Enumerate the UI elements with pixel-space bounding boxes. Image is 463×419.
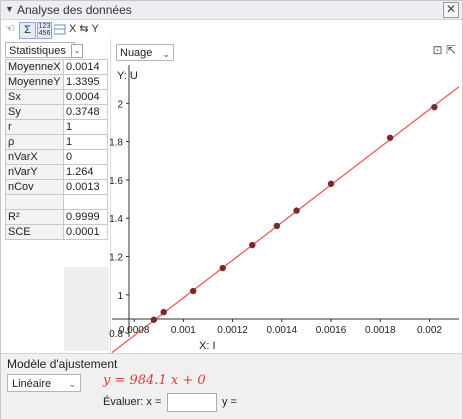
- fit-model-panel: Modèle d'ajustement Linéaire ⌄ y = 984.1…: [1, 353, 462, 419]
- x-tick-label: 0.002: [417, 325, 442, 336]
- data-point: [431, 103, 438, 111]
- y-tick-label: 1.6: [109, 176, 123, 187]
- data-point: [327, 180, 335, 187]
- data-point: [160, 308, 167, 316]
- fit-model-label: Modèle d'ajustement: [7, 357, 118, 371]
- evaluate-y-label: y =: [222, 396, 237, 408]
- y-tick-label: 1.2: [109, 253, 123, 264]
- data-point: [273, 222, 281, 230]
- data-point: [249, 241, 256, 249]
- data-point: [293, 207, 300, 214]
- scatter-plot[interactable]: 0.811.21.41.61.820.0008 0.001 0.0012 0.0014…: [1, 1, 462, 353]
- x-tick-label: 0.0018: [365, 325, 396, 336]
- y-tick-label: 1: [117, 291, 123, 302]
- fit-model-selector[interactable]: Linéaire ⌄: [7, 374, 81, 392]
- x-tick-label: 0.0014: [267, 325, 298, 336]
- x-tick-label: 0.0008: [119, 325, 150, 336]
- y-tick-label: 1.4: [109, 214, 123, 225]
- data-point: [386, 134, 394, 141]
- x-tick-label: 0.0016: [316, 325, 347, 336]
- chevron-down-icon: ⌄: [68, 379, 76, 389]
- data-point: [219, 264, 226, 272]
- evaluate-x-input[interactable]: [167, 393, 217, 412]
- x-axis-label: X: I: [199, 340, 216, 352]
- x-tick-label: 0.0012: [217, 325, 248, 336]
- fit-equation: y = 984.1 x + 0: [103, 373, 206, 388]
- y-axis-label: Y: U: [117, 70, 138, 82]
- y-tick-label: 2: [117, 99, 123, 110]
- y-tick-label: 1.8: [109, 138, 123, 149]
- fit-model-value: Linéaire: [12, 378, 52, 390]
- data-point: [150, 316, 158, 323]
- data-point: [190, 287, 197, 295]
- x-tick-label: 0.001: [171, 325, 196, 336]
- data-analysis-window: ▼ Analyse des données ✕ ☜ Σ 123 456 X ⇆ Y…: [0, 0, 463, 419]
- evaluate-label: Évaluer: x =: [103, 396, 162, 408]
